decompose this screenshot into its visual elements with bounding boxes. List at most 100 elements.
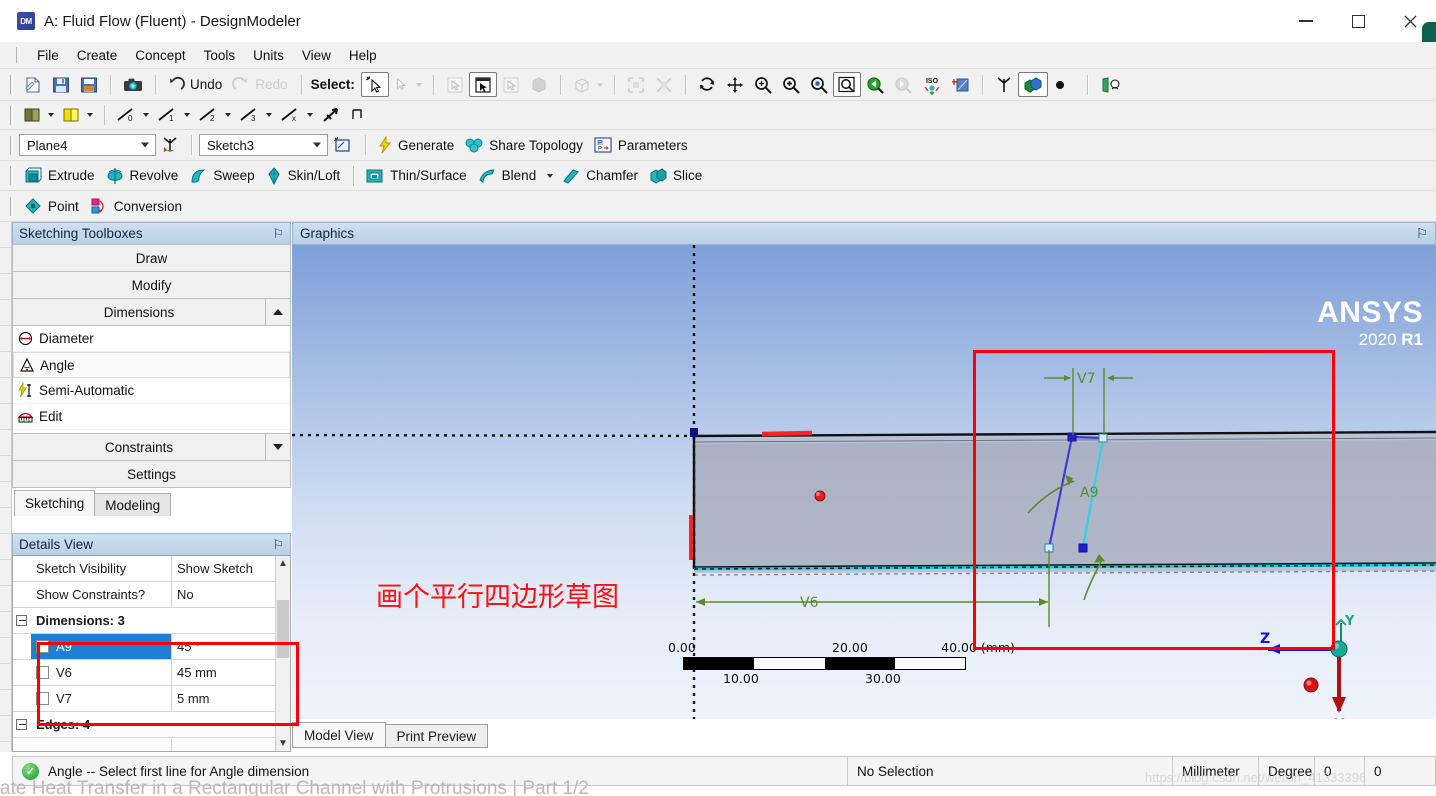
- tool-semi-automatic[interactable]: Semi-Automatic: [13, 378, 290, 404]
- plane0-dropdown[interactable]: 0: [112, 103, 153, 128]
- tool-edit[interactable]: Edit: [13, 404, 290, 430]
- collapsed-left-panel[interactable]: [0, 222, 12, 752]
- sketch-selector[interactable]: Sketch3: [199, 134, 328, 156]
- generate-button[interactable]: Generate: [373, 133, 460, 158]
- table-row[interactable]: A9 45 °: [13, 634, 290, 660]
- scrollbar-up-arrow[interactable]: ▲: [276, 556, 290, 571]
- new-icon[interactable]: [19, 72, 47, 97]
- menu-help[interactable]: Help: [340, 45, 386, 66]
- camera-icon[interactable]: [118, 72, 148, 97]
- display-model-icon[interactable]: [1017, 72, 1048, 97]
- tab-print-preview[interactable]: Print Preview: [384, 724, 489, 748]
- previous-view-icon[interactable]: [861, 72, 889, 97]
- solid-select-dropdown[interactable]: [568, 72, 607, 97]
- sketch-toolbar-grip[interactable]: [10, 135, 13, 155]
- section-settings[interactable]: Settings: [12, 460, 291, 488]
- tab-model-view[interactable]: Model View: [292, 722, 386, 748]
- row-value[interactable]: 5 mm: [172, 686, 290, 711]
- tool-angle[interactable]: Angle: [13, 352, 290, 378]
- extend-to-limits-icon[interactable]: [622, 72, 650, 97]
- feature-toolbar-grip[interactable]: [10, 166, 13, 185]
- collapse-icon[interactable]: [16, 615, 27, 626]
- plane3-dropdown[interactable]: 3: [235, 103, 276, 128]
- plane-toolbar-grip[interactable]: [10, 105, 13, 125]
- sweep-button[interactable]: Sweep: [184, 163, 260, 188]
- single-select-icon[interactable]: [360, 72, 389, 97]
- tab-modeling[interactable]: Modeling: [94, 493, 172, 516]
- parameters-button[interactable]: P P Parameters: [589, 133, 694, 158]
- menu-units[interactable]: Units: [244, 45, 293, 66]
- next-view-icon[interactable]: [889, 72, 917, 97]
- plane-display-icon[interactable]: [345, 103, 371, 128]
- point-button[interactable]: Point: [19, 194, 85, 219]
- table-row[interactable]: Sketch Visibility Show Sketch: [13, 556, 290, 582]
- undo-button[interactable]: Undo: [163, 72, 228, 97]
- details-pin-icon[interactable]: ⚐: [272, 537, 284, 553]
- scrollbar-thumb[interactable]: [277, 600, 289, 658]
- table-group-row[interactable]: Dimensions: 3: [13, 608, 290, 634]
- dimension-checkbox[interactable]: [36, 666, 49, 679]
- plane2-dropdown[interactable]: 2: [194, 103, 235, 128]
- section-dimensions[interactable]: Dimensions: [12, 298, 266, 326]
- skin-loft-button[interactable]: Skin/Loft: [261, 163, 347, 188]
- blend-button[interactable]: Blend: [473, 163, 558, 188]
- maximize-button[interactable]: [1332, 0, 1384, 42]
- new-sketch-icon[interactable]: [328, 133, 358, 158]
- conversion-button[interactable]: Conversion: [85, 194, 188, 219]
- table-row[interactable]: [13, 738, 290, 751]
- zoom-to-fit-icon[interactable]: [832, 72, 861, 97]
- table-group-row[interactable]: Edges: 4: [13, 712, 290, 738]
- menu-concept[interactable]: Concept: [126, 45, 194, 66]
- new-plane-icon[interactable]: [156, 133, 184, 158]
- body-filter-icon[interactable]: [525, 72, 553, 97]
- sketch-projection-icon[interactable]: [317, 103, 345, 128]
- zoom-in-icon[interactable]: [777, 72, 805, 97]
- menu-drag-grip[interactable]: [16, 47, 20, 63]
- box-select-dropdown[interactable]: [389, 72, 426, 97]
- save-as-icon[interactable]: [75, 72, 103, 97]
- box-zoom-icon[interactable]: [805, 72, 833, 97]
- chamfer-button[interactable]: Chamfer: [557, 163, 644, 188]
- sketch-color-dropdown[interactable]: [58, 103, 97, 128]
- pan-icon[interactable]: [721, 72, 749, 97]
- point-display-icon[interactable]: [1048, 72, 1080, 97]
- rotate-icon[interactable]: [693, 72, 721, 97]
- minimize-button[interactable]: [1280, 0, 1332, 42]
- details-scrollbar[interactable]: ▲ ▼: [275, 556, 290, 751]
- scroll-down-button[interactable]: [265, 433, 291, 461]
- tool-diameter[interactable]: Diameter: [13, 326, 290, 352]
- point-toolbar-grip[interactable]: [10, 196, 13, 216]
- menu-tools[interactable]: Tools: [195, 45, 245, 66]
- graphics-pin-icon[interactable]: ⚐: [1416, 226, 1428, 242]
- pin-icon[interactable]: ⚐: [272, 226, 284, 242]
- iso-view-icon[interactable]: ISO: [917, 72, 947, 97]
- vertex-filter-icon[interactable]: [441, 72, 469, 97]
- planex-dropdown[interactable]: x: [276, 103, 317, 128]
- share-topology-button[interactable]: Share Topology: [460, 133, 589, 158]
- edge-filter-icon[interactable]: [468, 72, 497, 97]
- axes-icon[interactable]: [990, 72, 1018, 97]
- plane1-dropdown[interactable]: 1: [153, 103, 194, 128]
- view-face-icon[interactable]: [1095, 72, 1127, 97]
- row-value[interactable]: Show Sketch: [172, 556, 290, 581]
- look-at-icon[interactable]: [947, 72, 975, 97]
- redo-button[interactable]: Redo: [228, 72, 293, 97]
- thin-surface-button[interactable]: Thin/Surface: [361, 163, 473, 188]
- toolbar-grip[interactable]: [10, 75, 13, 94]
- dimension-checkbox[interactable]: [36, 692, 49, 705]
- collapse-icon[interactable]: [16, 719, 27, 730]
- row-value[interactable]: 45 mm: [172, 660, 290, 685]
- section-constraints[interactable]: Constraints: [12, 433, 266, 461]
- scroll-up-button[interactable]: [265, 298, 291, 326]
- plane-selector[interactable]: Plane4: [19, 134, 156, 156]
- face-filter-icon[interactable]: [497, 72, 525, 97]
- row-value[interactable]: No: [172, 582, 290, 607]
- scrollbar-down-arrow[interactable]: ▼: [276, 736, 290, 751]
- slice-button[interactable]: Slice: [644, 163, 708, 188]
- extend-to-instances-icon[interactable]: [650, 72, 678, 97]
- save-icon[interactable]: [47, 72, 75, 97]
- table-row[interactable]: V7 5 mm: [13, 686, 290, 712]
- tab-sketching[interactable]: Sketching: [14, 490, 96, 516]
- extrude-button[interactable]: Extrude: [19, 163, 101, 188]
- section-modify[interactable]: Modify: [12, 271, 291, 299]
